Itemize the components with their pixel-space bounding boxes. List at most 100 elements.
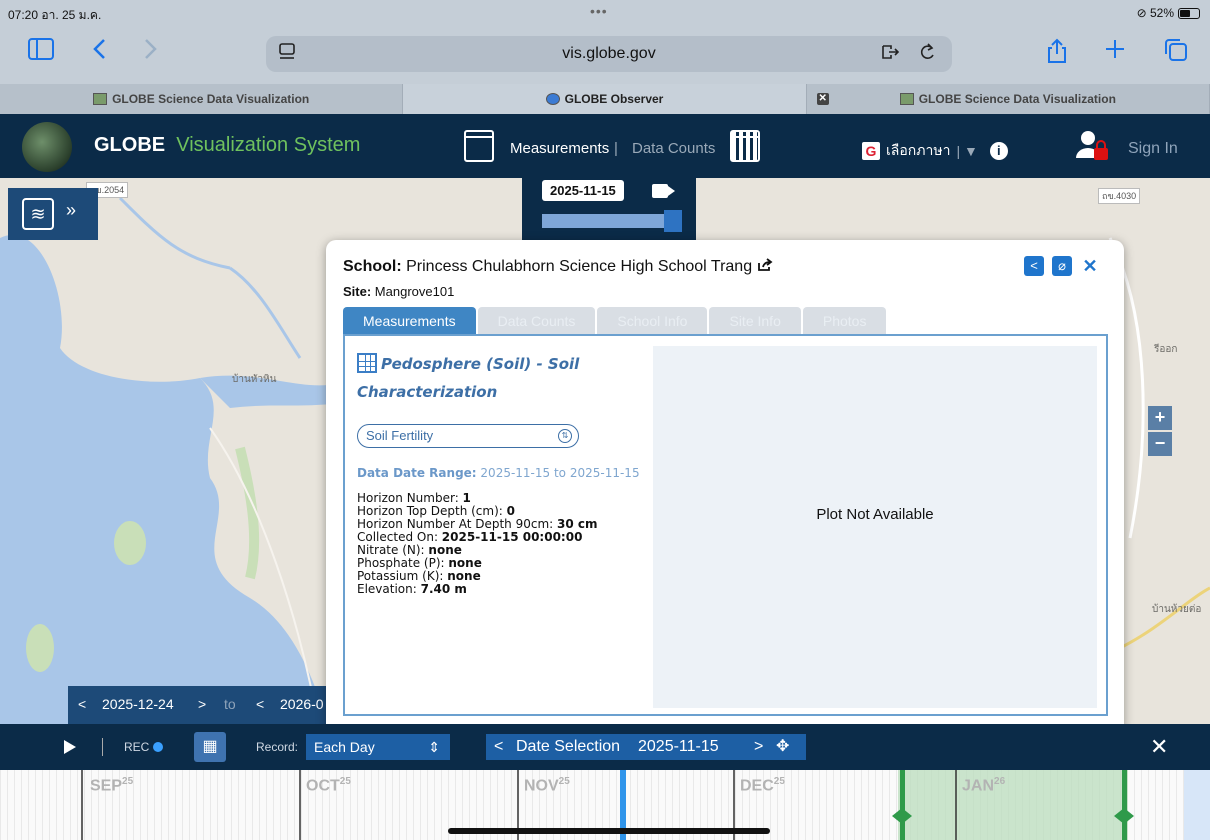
site-name: Site: Mangrove101 — [343, 284, 455, 299]
plot-message: Plot Not Available — [816, 506, 934, 523]
share-icon[interactable] — [1046, 38, 1068, 71]
chevron-right-icon[interactable]: > — [754, 734, 763, 760]
timeline-month: DEC25 — [740, 776, 785, 795]
chevron-left-icon[interactable]: < — [256, 696, 264, 712]
tab-bar: GLOBE Science Data Visualization GLOBE O… — [0, 84, 1210, 114]
app-header: GLOBE Visualization System Measurements … — [0, 114, 1210, 178]
home-indicator[interactable] — [448, 828, 770, 834]
opacity-slider[interactable] — [542, 214, 682, 228]
back-icon[interactable] — [92, 38, 106, 67]
forward-icon[interactable] — [144, 38, 158, 67]
play-icon[interactable] — [64, 740, 76, 754]
data-date-range: Data Date Range: 2025-11-15 to 2025-11-1… — [357, 466, 640, 480]
place-label: รีออก — [1154, 344, 1178, 355]
timeline-month: JAN26 — [962, 776, 1006, 795]
detail-list: Horizon Number: 1 Horizon Top Depth (cm)… — [357, 492, 598, 596]
tab-site-info[interactable]: Site Info — [709, 307, 801, 335]
road-label: ถข.4030 — [1098, 188, 1141, 204]
video-camera-icon[interactable] — [652, 184, 675, 198]
range-end-date[interactable]: 2026-0 — [280, 696, 324, 712]
tab-photos[interactable]: Photos — [802, 307, 887, 335]
site-popup: School: Princess Chulabhorn Science High… — [326, 240, 1124, 734]
range-start-date[interactable]: 2025-12-24 — [102, 696, 174, 712]
tabs-overview-icon[interactable] — [1164, 38, 1188, 69]
map-date-control: 2025-11-15 — [522, 178, 696, 240]
app-title: GLOBE Visualization System — [94, 134, 361, 156]
record-label: Record: — [256, 740, 299, 754]
status-bar: 07:20 อา. 25 ม.ค. ••• ⊘ 52% — [0, 0, 1210, 26]
tab-data-counts[interactable]: Data Counts — [477, 307, 596, 335]
school-name: School: Princess Chulabhorn Science High… — [343, 258, 773, 276]
measurement-select[interactable]: Soil Fertility ⇅ — [357, 424, 579, 448]
chevron-left-icon[interactable]: < — [78, 696, 86, 712]
date-selection-label: Date Selection — [516, 738, 621, 755]
popup-tabs: Measurements Data Counts School Info Sit… — [343, 307, 887, 335]
external-link-icon[interactable] — [757, 258, 773, 275]
share-icon[interactable]: < — [1024, 256, 1044, 276]
new-tab-icon[interactable] — [1104, 38, 1126, 67]
user-lock-icon[interactable] — [1074, 128, 1110, 164]
protocol-title: Pedosphere (Soil) - Soil Characterization — [357, 353, 580, 401]
sidebar-icon[interactable] — [28, 38, 54, 67]
record-toggle[interactable]: REC — [124, 740, 164, 754]
measurements-calendar-icon[interactable] — [464, 130, 494, 162]
globe-vis-favicon — [93, 93, 108, 105]
tab-school-info[interactable]: School Info — [597, 307, 708, 335]
close-tab-icon[interactable]: ✕ — [816, 93, 829, 105]
range-to-label: to — [224, 696, 236, 712]
date-selection-value[interactable]: 2025-11-15 — [638, 734, 719, 760]
timeline-month: OCT25 — [306, 776, 351, 795]
layers-button[interactable]: ≋ » — [8, 188, 98, 240]
measurements-link[interactable]: Measurements — [510, 140, 609, 157]
place-label: บ้านหัวหิน — [232, 374, 277, 385]
recenter-icon[interactable]: ✥ — [776, 734, 789, 760]
browser-toolbar: vis.globe.gov — [0, 26, 1210, 84]
google-translate-icon: G — [862, 142, 880, 160]
place-label: บ้านห้วยต่อ — [1152, 604, 1202, 615]
reload-icon[interactable] — [918, 42, 936, 67]
battery-status: ⊘ 52% — [1137, 6, 1200, 20]
link-icon[interactable]: ⌀ — [1052, 256, 1072, 276]
record-interval-select[interactable]: Each Day ⇕ — [306, 734, 450, 760]
date-selection: < Date Selection 2025-11-15 > ✥ — [486, 734, 806, 760]
data-counts-calendar-icon[interactable] — [730, 130, 760, 162]
multitasking-dots[interactable]: ••• — [590, 3, 608, 19]
timeline-month: NOV25 — [524, 776, 570, 795]
layers-icon: ≋ — [22, 198, 54, 230]
divider — [102, 738, 103, 756]
protocol-details: Pedosphere (Soil) - Soil Characterization… — [357, 350, 647, 596]
chevron-down-icon: » — [66, 200, 77, 220]
calendar-icon[interactable]: ▦ — [194, 732, 226, 762]
select-arrows-icon: ⇕ — [428, 739, 440, 755]
chevron-left-icon[interactable]: < — [494, 734, 503, 760]
detail-row: Elevation: 7.40 m — [357, 582, 467, 596]
plot-area: Plot Not Available — [653, 346, 1097, 708]
close-timeline-icon[interactable]: ✕ — [1150, 734, 1168, 760]
close-icon[interactable]: ✕ — [1080, 256, 1100, 276]
tab-globe-observer[interactable]: GLOBE Observer — [403, 84, 807, 114]
extension-icon[interactable] — [880, 42, 900, 67]
status-time: 07:20 อา. 25 ม.ค. — [8, 8, 102, 22]
record-dot-icon — [153, 742, 164, 752]
slider-handle[interactable] — [664, 210, 682, 232]
url-text[interactable]: vis.globe.gov — [266, 45, 952, 63]
globe-vis-favicon — [899, 93, 914, 105]
tab-globe-vis-2[interactable]: ✕ GLOBE Science Data Visualization — [807, 84, 1210, 114]
address-bar[interactable]: vis.globe.gov — [266, 36, 952, 72]
current-date-badge[interactable]: 2025-11-15 — [542, 180, 624, 201]
tab-globe-vis-1[interactable]: GLOBE Science Data Visualization — [0, 84, 404, 114]
chevron-right-icon[interactable]: > — [198, 696, 206, 712]
sign-in-link[interactable]: Sign In — [1128, 140, 1178, 158]
timeline-controls: REC ▦ Record: Each Day ⇕ < Date Selection… — [0, 724, 1210, 770]
zoom-in-button[interactable]: + — [1148, 406, 1172, 430]
language-selector[interactable]: G เลือกภาษา | ▼ i — [862, 140, 1008, 162]
zoom-out-button[interactable]: − — [1148, 432, 1172, 456]
date-range-bar: < 2025-12-24 > to < 2026-0 — [68, 686, 338, 724]
measurements-panel: Pedosphere (Soil) - Soil Characterization… — [343, 334, 1108, 716]
tab-measurements[interactable]: Measurements — [343, 307, 476, 335]
globe-logo[interactable] — [22, 122, 72, 172]
info-icon[interactable]: i — [989, 142, 1008, 160]
data-counts-link[interactable]: Data Counts — [632, 140, 715, 157]
globe-observer-favicon — [545, 93, 560, 105]
table-icon[interactable] — [357, 353, 377, 373]
